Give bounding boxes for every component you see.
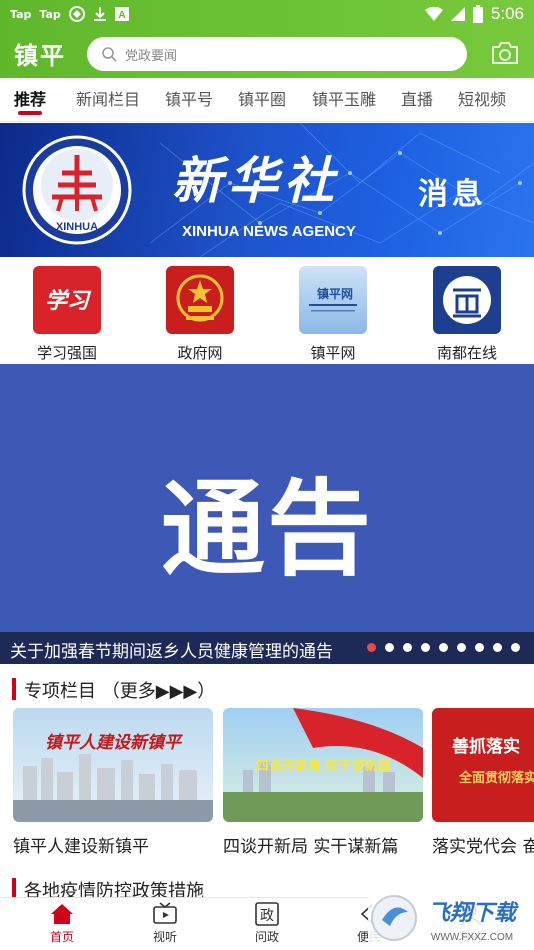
quick-link-label: 学习强国 bbox=[36, 344, 97, 362]
xuexi-icon: 学习 bbox=[33, 266, 101, 334]
status-bar: Tap Tap A 5:06 bbox=[0, 0, 534, 28]
nav-label: 首页 bbox=[49, 930, 74, 944]
xinhua-emblem-icon: XINHUA bbox=[22, 135, 132, 245]
svg-text:WWW.FXXZ.COM: WWW.FXXZ.COM bbox=[431, 932, 513, 943]
quick-links: 学习 学习强国 政府网 镇平网 镇平网 南都在线 bbox=[0, 258, 534, 364]
svg-text:学习: 学习 bbox=[45, 288, 92, 314]
tab-jade-carving[interactable]: 镇平玉雕 bbox=[312, 86, 376, 110]
quick-link-label: 镇平网 bbox=[310, 344, 356, 362]
vpn-icon bbox=[68, 6, 85, 22]
search-bar[interactable]: 党政要闻 bbox=[87, 37, 467, 71]
section-marker bbox=[12, 678, 16, 700]
carousel-dot[interactable] bbox=[421, 643, 430, 652]
tab-live[interactable]: 直播 bbox=[401, 86, 433, 110]
tab-recommend[interactable]: 推荐 bbox=[14, 86, 46, 110]
quick-link-zhenping-web[interactable]: 镇平网 镇平网 bbox=[283, 266, 383, 363]
quick-link-xuexi[interactable]: 学习 学习强国 bbox=[17, 266, 117, 363]
zhenping-web-icon: 镇平网 bbox=[299, 266, 367, 334]
svg-text:政: 政 bbox=[260, 908, 274, 924]
carousel-dot[interactable] bbox=[403, 643, 412, 652]
quick-link-gov[interactable]: 政府网 bbox=[150, 266, 250, 363]
nav-label: 视听 bbox=[152, 930, 177, 944]
download-icon bbox=[93, 7, 106, 21]
inquiry-icon: 政 bbox=[255, 902, 279, 926]
section-title: 专项栏目 （更多▶▶▶） bbox=[24, 681, 216, 702]
fxxz-watermark-logo: 飞翔下载 WWW.FXXZ.COM bbox=[368, 886, 534, 950]
carousel-dot[interactable] bbox=[475, 643, 484, 652]
column-card[interactable]: 镇平人建设新镇平 镇平人建设新镇平 bbox=[13, 708, 213, 857]
signal-icon bbox=[450, 7, 465, 21]
nandu-icon bbox=[433, 266, 501, 334]
carousel-dot[interactable] bbox=[439, 643, 448, 652]
tab-news-columns[interactable]: 新闻栏目 bbox=[76, 86, 140, 110]
camera-icon[interactable] bbox=[490, 40, 520, 66]
carousel-dot[interactable] bbox=[367, 643, 376, 652]
quick-link-nandu[interactable]: 南都在线 bbox=[417, 266, 517, 363]
svg-text:全面贯彻落实: 全面贯彻落实 bbox=[458, 770, 534, 786]
status-app-tap2: Tap bbox=[39, 7, 61, 21]
app-a-icon: A bbox=[114, 7, 129, 21]
section-special-columns[interactable]: 专项栏目 （更多▶▶▶） bbox=[0, 676, 534, 702]
notice-caption-bar: 关于加强春节期间返乡人员健康管理的通告 bbox=[0, 632, 534, 664]
column-card[interactable]: 四谈开新局 实干谋新篇 四谈开新局 实干谋新篇 bbox=[223, 708, 423, 857]
carousel-dot[interactable] bbox=[457, 643, 466, 652]
xinhua-banner[interactable]: XINHUA 新华社 消息 XINHUA NEWS AGENCY bbox=[0, 123, 534, 257]
notice-carousel[interactable]: 通告 关于加强春节期间返乡人员健康管理的通告 bbox=[0, 364, 534, 664]
wifi-icon bbox=[424, 7, 443, 21]
status-time: 5:06 bbox=[490, 4, 524, 23]
category-tabs: 推荐 新闻栏目 镇平号 镇平圈 镇平玉雕 直播 短视频 bbox=[0, 78, 534, 122]
battery-icon bbox=[472, 5, 483, 23]
tab-short-video[interactable]: 短视频 bbox=[458, 86, 506, 110]
xinhua-cn-title: 新华社 bbox=[172, 151, 340, 210]
nav-media[interactable]: 视听 bbox=[135, 902, 195, 945]
card-title: 镇平人建设新镇平 bbox=[13, 837, 149, 857]
notice-caption: 关于加强春节期间返乡人员健康管理的通告 bbox=[10, 642, 333, 662]
svg-text:善抓落实: 善抓落实 bbox=[452, 736, 520, 757]
column-card[interactable]: 善抓落实 全面贯彻落实 落实党代会 奋 bbox=[432, 708, 534, 857]
svg-text:飞翔下载: 飞翔下载 bbox=[428, 901, 519, 926]
search-icon bbox=[102, 47, 117, 62]
app-logo[interactable]: 镇平 bbox=[14, 36, 66, 71]
card-image: 善抓落实 全面贯彻落实 bbox=[432, 708, 534, 822]
carousel-dot[interactable] bbox=[511, 643, 520, 652]
tab-zhenping-hao[interactable]: 镇平号 bbox=[165, 86, 213, 110]
tv-icon bbox=[153, 902, 177, 924]
card-title: 落实党代会 奋 bbox=[432, 837, 534, 857]
national-emblem-icon bbox=[166, 266, 234, 334]
carousel-dots bbox=[367, 643, 520, 652]
carousel-dot[interactable] bbox=[493, 643, 502, 652]
xinhua-en-title: XINHUA NEWS AGENCY bbox=[182, 223, 356, 240]
card-title: 四谈开新局 实干谋新篇 bbox=[223, 837, 399, 857]
app-header: Tap Tap A 5:06 镇平 党政要闻 bbox=[0, 0, 534, 78]
nav-label: 问政 bbox=[254, 930, 279, 944]
svg-text:A: A bbox=[118, 10, 125, 21]
svg-text:四谈开新局 实干谋新篇: 四谈开新局 实干谋新篇 bbox=[256, 758, 391, 774]
search-placeholder: 党政要闻 bbox=[125, 48, 178, 64]
svg-text:XINHUA: XINHUA bbox=[56, 221, 98, 233]
notice-headline: 通告 bbox=[160, 467, 373, 590]
quick-link-label: 南都在线 bbox=[436, 344, 497, 362]
tab-active-indicator bbox=[18, 111, 42, 115]
xinhua-msg-title: 消息 bbox=[418, 177, 486, 212]
card-image: 四谈开新局 实干谋新篇 bbox=[223, 708, 423, 822]
quick-link-label: 政府网 bbox=[177, 344, 223, 362]
nav-inquiry[interactable]: 政 问政 bbox=[237, 902, 297, 945]
home-icon bbox=[51, 904, 73, 924]
special-column-cards: 镇平人建设新镇平 镇平人建设新镇平 四谈开新局 实干谋新篇 四谈开新局 实干谋新… bbox=[0, 708, 534, 858]
status-app-tap: Tap bbox=[10, 7, 32, 21]
carousel-dot[interactable] bbox=[385, 643, 394, 652]
svg-text:镇平网: 镇平网 bbox=[317, 286, 353, 301]
card-image: 镇平人建设新镇平 bbox=[13, 708, 213, 822]
tab-zhenping-circle[interactable]: 镇平圈 bbox=[238, 86, 286, 110]
nav-home[interactable]: 首页 bbox=[32, 902, 92, 945]
svg-text:镇平人建设新镇平: 镇平人建设新镇平 bbox=[45, 733, 183, 753]
